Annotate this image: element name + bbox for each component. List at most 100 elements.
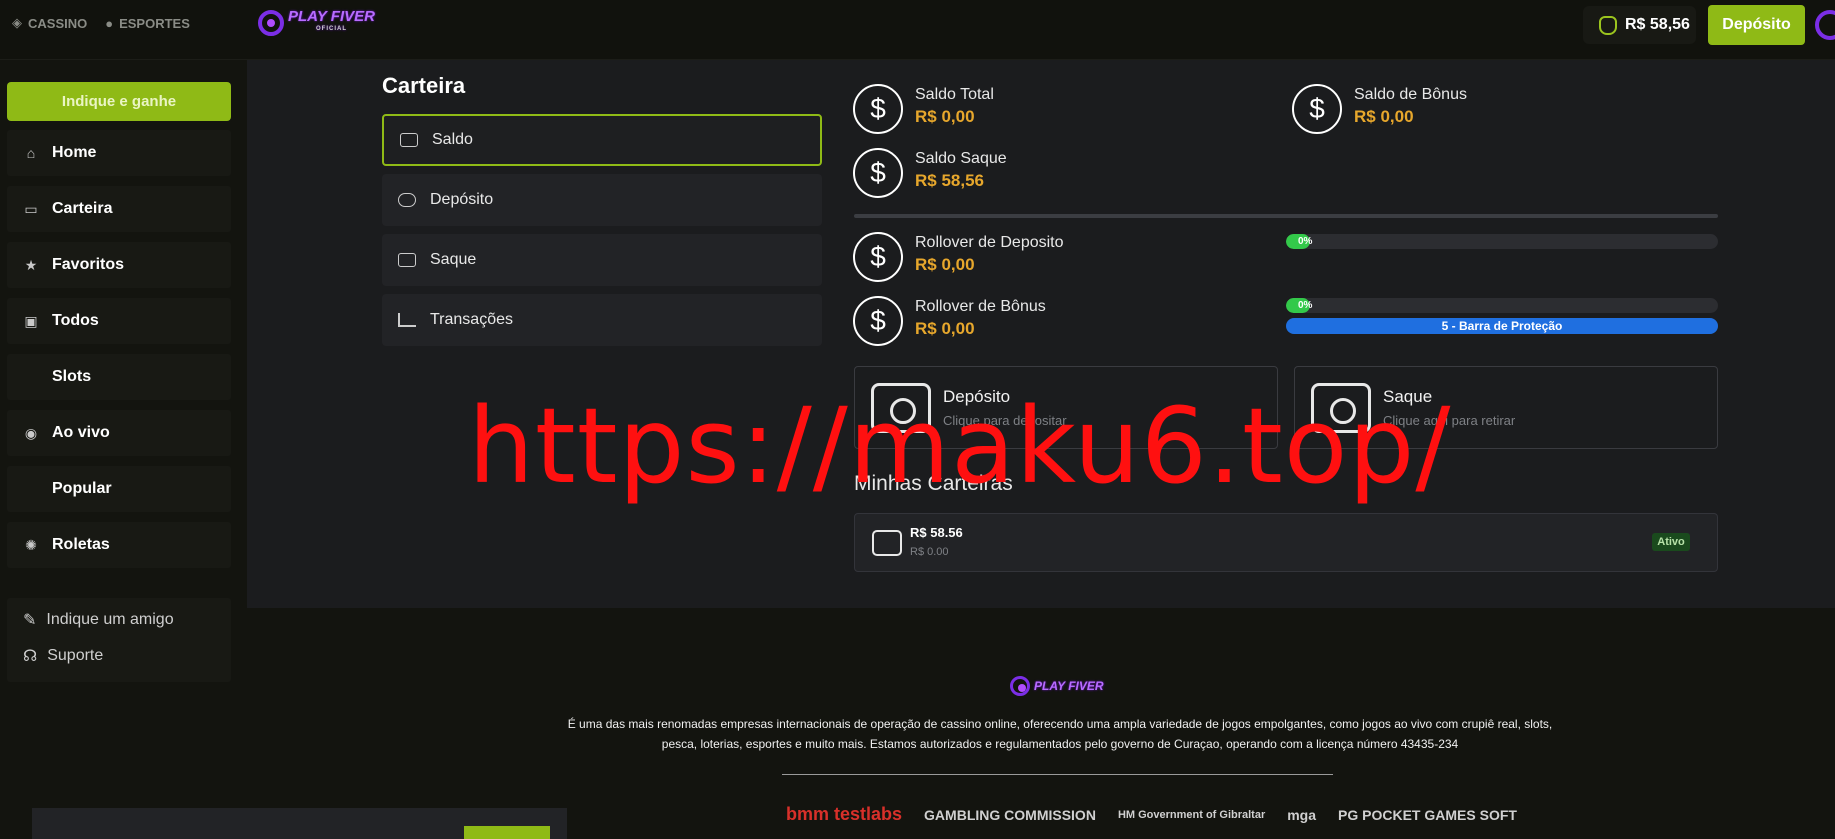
stat-value: R$ 0,00 bbox=[915, 255, 975, 274]
menu-label: Transações bbox=[430, 311, 513, 328]
bottom-popup bbox=[32, 808, 567, 839]
wallet-icon bbox=[400, 133, 418, 147]
wallet-menu-saque[interactable]: Saque bbox=[382, 234, 822, 286]
sidebar-item-favoritos[interactable]: ★ Favoritos bbox=[7, 242, 231, 288]
megaphone-icon: ✎ bbox=[23, 612, 37, 629]
balance-value: R$ 58,56 bbox=[1625, 16, 1690, 33]
wallet-icon bbox=[872, 530, 902, 556]
headset-icon: ☊ bbox=[23, 648, 38, 665]
sidebar-item-todos[interactable]: ▣ Todos bbox=[7, 298, 231, 344]
refer-friend-label: Indique um amigo bbox=[46, 611, 174, 628]
sports-icon: ● bbox=[105, 15, 114, 31]
saldo-bonus: $ Saldo de Bônus R$ 0,00 bbox=[1292, 84, 1467, 134]
balance-display[interactable]: R$ 58,56 bbox=[1583, 6, 1696, 44]
footer-description: É uma das mais renomadas empresas intern… bbox=[567, 717, 1553, 751]
refer-friend-link[interactable]: ✎ Indique um amigo bbox=[23, 610, 174, 630]
wallet-menu-deposito[interactable]: Depósito bbox=[382, 174, 822, 226]
wallet-amount: R$ 58.56 bbox=[910, 525, 963, 540]
nav-cassino[interactable]: ◈ CASSINO bbox=[12, 15, 87, 31]
sidebar: Indique e ganhe ⌂ Home ▭ Carteira ★ Favorit… bbox=[0, 60, 245, 839]
footer-divider bbox=[782, 774, 1333, 775]
sidebar-item-roletas[interactable]: ✺ Roletas bbox=[7, 522, 231, 568]
sidebar-item-label: Popular bbox=[52, 480, 112, 497]
status-badge: Ativo bbox=[1652, 533, 1690, 551]
footer-logo-text: PLAY FIVER bbox=[1034, 678, 1104, 693]
site-logo[interactable]: PLAY FIVER OFICIAL bbox=[258, 9, 375, 36]
home-icon: ⌂ bbox=[26, 145, 36, 161]
rollover-deposito: $ Rollover de Deposito R$ 0,00 bbox=[853, 232, 1064, 282]
rollover-bonus-progress: 0% bbox=[1286, 298, 1718, 313]
dollar-icon: $ bbox=[853, 296, 903, 346]
rollover-bonus: $ Rollover de Bônus R$ 0,00 bbox=[853, 296, 1046, 346]
saldo-total: $ Saldo Total R$ 0,00 bbox=[853, 84, 994, 134]
footer-logo: PLAY FIVER bbox=[1010, 676, 1104, 696]
sidebar-item-label: Carteira bbox=[52, 200, 113, 217]
money-bag-icon bbox=[1599, 16, 1617, 35]
wallet-bonus-amount: R$ 0.00 bbox=[910, 546, 949, 558]
nav-esportes[interactable]: ● ESPORTES bbox=[105, 15, 190, 31]
logo-icon bbox=[1010, 676, 1030, 696]
saldo-saque: $ Saldo Saque R$ 58,56 bbox=[853, 148, 1007, 198]
menu-label: Depósito bbox=[430, 191, 494, 208]
sidebar-item-carteira[interactable]: ▭ Carteira bbox=[7, 186, 231, 232]
gibraltar-logo: HM Government of Gibraltar bbox=[1117, 808, 1266, 821]
wallet-row[interactable]: R$ 58.56 R$ 0.00 Ativo bbox=[854, 513, 1718, 572]
stat-value: R$ 0,00 bbox=[1354, 107, 1414, 126]
support-label: Suporte bbox=[47, 647, 104, 664]
sidebar-item-label: Ao vivo bbox=[52, 424, 110, 441]
piggy-bank-icon bbox=[398, 193, 416, 207]
bmm-logo: bmm testlabs bbox=[786, 804, 903, 824]
partner-logos: bmm testlabs GAMBLING COMMISSION HM Gove… bbox=[786, 804, 1517, 825]
mga-logo: mga bbox=[1287, 806, 1317, 823]
nav-cassino-label: CASSINO bbox=[28, 15, 88, 31]
page-title: Carteira bbox=[382, 73, 466, 98]
user-avatar-icon[interactable] bbox=[1815, 10, 1835, 40]
watermark-url: https://maku6.top/ bbox=[468, 385, 1452, 507]
sidebar-item-ao-vivo[interactable]: ◉ Ao vivo bbox=[7, 410, 231, 456]
logo-icon bbox=[258, 10, 284, 36]
dollar-icon: $ bbox=[853, 232, 903, 282]
stat-label: Saldo de Bônus bbox=[1354, 86, 1467, 103]
stat-value: R$ 58,56 bbox=[915, 171, 984, 190]
wallet-menu: Saldo Depósito Saque Transações bbox=[382, 114, 822, 354]
sidebar-extra-links: ✎ Indique um amigo ☊ Suporte bbox=[7, 598, 231, 682]
stat-value: R$ 0,00 bbox=[915, 319, 975, 338]
nav-esportes-label: ESPORTES bbox=[119, 15, 190, 31]
sidebar-item-home[interactable]: ⌂ Home bbox=[7, 130, 231, 176]
wallet-menu-transacoes[interactable]: Transações bbox=[382, 294, 822, 346]
section-divider bbox=[854, 214, 1718, 218]
dollar-icon: $ bbox=[853, 84, 903, 134]
stat-label: Saldo Total bbox=[915, 86, 994, 103]
popup-action-button[interactable] bbox=[464, 826, 550, 839]
wallet-icon: ▭ bbox=[24, 200, 38, 217]
live-icon: ◉ bbox=[24, 424, 38, 441]
support-link[interactable]: ☊ Suporte bbox=[23, 646, 103, 666]
sidebar-item-popular[interactable]: .Popular bbox=[7, 466, 231, 512]
stat-value: R$ 0,00 bbox=[915, 107, 975, 126]
sidebar-item-label: Favoritos bbox=[52, 256, 125, 273]
refer-earn-button[interactable]: Indique e ganhe bbox=[7, 82, 231, 121]
chart-icon bbox=[398, 313, 416, 327]
protection-bar: 5 - Barra de Proteção bbox=[1286, 318, 1718, 334]
slot-machine-icon: ▣ bbox=[24, 312, 38, 329]
deposit-button[interactable]: Depósito bbox=[1708, 5, 1805, 45]
menu-label: Saque bbox=[430, 251, 477, 268]
stat-label: Saldo Saque bbox=[915, 150, 1007, 167]
progress-fill: 0% bbox=[1286, 298, 1312, 313]
sidebar-item-label: Home bbox=[52, 144, 97, 161]
dollar-icon: $ bbox=[1292, 84, 1342, 134]
stat-label: Rollover de Bônus bbox=[915, 298, 1046, 315]
menu-label: Saldo bbox=[432, 131, 473, 148]
gambling-commission-logo: GAMBLING COMMISSION bbox=[924, 806, 1096, 823]
cash-icon bbox=[398, 253, 416, 267]
top-nav: ◈ CASSINO ● ESPORTES bbox=[12, 15, 190, 31]
sidebar-item-slots[interactable]: .Slots bbox=[7, 354, 231, 400]
sidebar-item-label: Roletas bbox=[52, 536, 110, 553]
sidebar-item-label: Todos bbox=[52, 312, 99, 329]
roulette-icon: ✺ bbox=[25, 536, 37, 553]
dollar-icon: $ bbox=[853, 148, 903, 198]
rollover-deposito-progress: 0% bbox=[1286, 234, 1718, 249]
casino-icon: ◈ bbox=[12, 15, 22, 30]
wallet-menu-saldo[interactable]: Saldo bbox=[382, 114, 822, 166]
top-bar: ◈ CASSINO ● ESPORTES PLAY FIVER OFICIAL R… bbox=[0, 0, 1835, 60]
